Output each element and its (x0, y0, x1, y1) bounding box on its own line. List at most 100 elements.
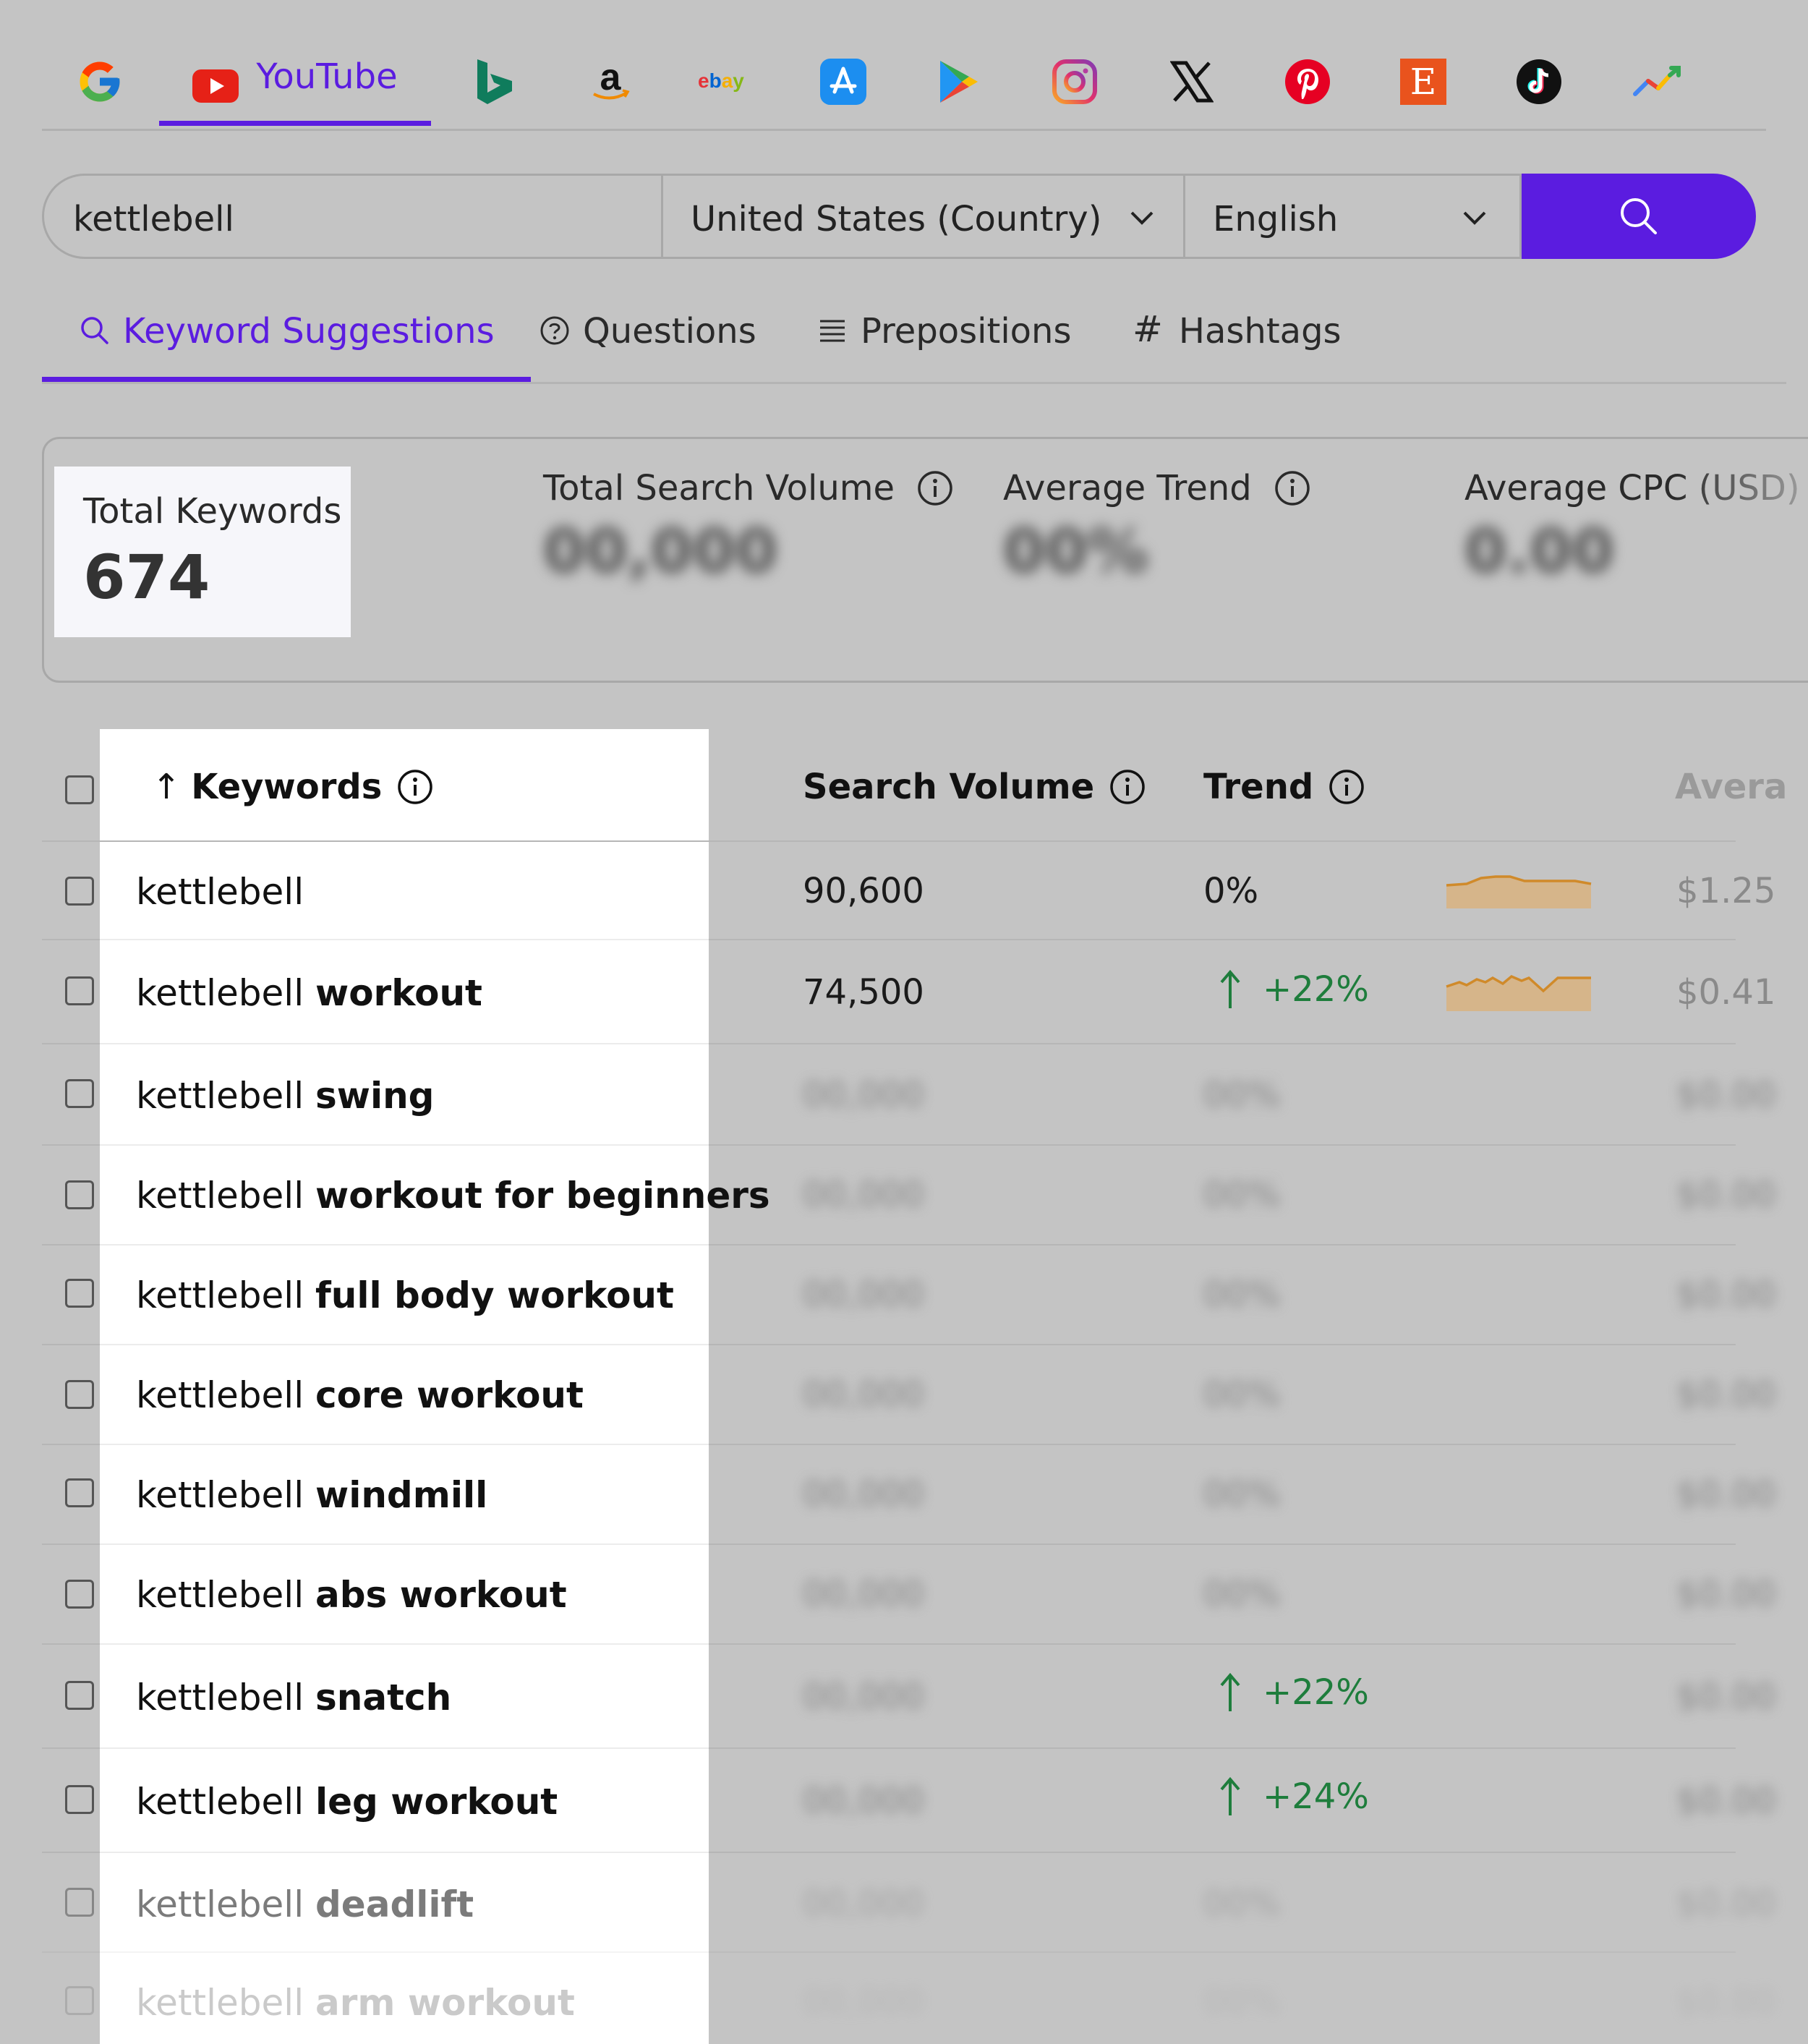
search-volume-cell: 00,000 (803, 1374, 924, 1415)
tab-keyword-suggestions[interactable]: Keyword Suggestions (42, 311, 531, 382)
cpc-cell: $0.00 (1676, 1574, 1776, 1614)
table-row[interactable]: kettlebell deadlift 00,000 00% $0.00 (42, 1853, 1775, 1953)
trends-icon (1633, 66, 1681, 96)
keyword-cell[interactable]: kettlebell swing (136, 1075, 434, 1117)
platform-tab-pinterest[interactable] (1282, 52, 1334, 111)
row-checkbox[interactable] (65, 1478, 94, 1507)
search-volume-cell: 00,000 (803, 1982, 924, 2022)
row-checkbox[interactable] (65, 1180, 94, 1209)
table-row[interactable]: kettlebell windmill 00,000 00% $0.00 (42, 1445, 1775, 1545)
keyword-cell[interactable]: kettlebell snatch (136, 1677, 451, 1719)
row-checkbox[interactable] (65, 1380, 94, 1409)
stats-fade-overlay (1674, 439, 1808, 681)
language-select[interactable]: English (1183, 174, 1522, 259)
search-volume-cell: 00,000 (803, 1175, 924, 1215)
platform-tab-ebay[interactable]: ebay (694, 52, 759, 111)
keyword-cell[interactable]: kettlebell deadlift (136, 1883, 474, 1925)
info-icon[interactable] (1328, 768, 1365, 806)
play-store-icon (940, 61, 978, 103)
tab-hashtags[interactable]: # Hashtags (1133, 308, 1342, 382)
chevron-down-icon (1130, 211, 1154, 225)
platform-tab-app-store[interactable] (817, 52, 869, 111)
table-row[interactable]: kettlebell full body workout 00,000 00% … (42, 1245, 1775, 1345)
column-header-average-cpc[interactable]: Avera (1675, 767, 1787, 807)
row-checkbox[interactable] (65, 1888, 94, 1917)
keywords-header-label: Keywords (191, 767, 383, 807)
keyword-base: kettlebell (136, 1883, 304, 1925)
question-icon (540, 316, 569, 345)
search-volume-cell: 00,000 (803, 1781, 924, 1821)
keyword-search-input[interactable]: kettlebell (42, 174, 661, 259)
instagram-icon (1052, 59, 1097, 104)
row-checkbox[interactable] (65, 1580, 94, 1609)
column-header-trend[interactable]: Trend (1203, 767, 1365, 807)
info-icon[interactable] (916, 469, 954, 507)
info-icon[interactable] (1274, 469, 1311, 507)
cpc-cell: $1.25 (1676, 871, 1776, 911)
table-row[interactable]: kettlebell leg workout 00,000 +24% $0.00 (42, 1749, 1775, 1853)
platform-tab-google[interactable] (74, 52, 126, 111)
keyword-cell[interactable]: kettlebell windmill (136, 1474, 487, 1516)
keyword-cell[interactable]: kettlebell workout for beginners (136, 1175, 770, 1217)
row-checkbox[interactable] (65, 1785, 94, 1814)
info-icon[interactable] (396, 768, 434, 806)
table-row[interactable]: kettlebell workout 74,500 +22% $0.41 (42, 940, 1775, 1044)
column-header-search-volume[interactable]: Search Volume (803, 767, 1146, 807)
table-row[interactable]: kettlebell workout for beginners 00,000 … (42, 1146, 1775, 1245)
row-checkbox[interactable] (65, 877, 94, 906)
table-row[interactable]: kettlebell core workout 00,000 00% $0.00 (42, 1345, 1775, 1445)
platform-tab-amazon[interactable]: a (584, 52, 636, 111)
row-checkbox[interactable] (65, 976, 94, 1005)
table-row[interactable]: kettlebell abs workout 00,000 00% $0.00 (42, 1545, 1775, 1645)
table-row[interactable]: kettlebell arm workout 00,000 00% $0.00 (42, 1953, 1775, 2044)
keyword-suffix: full body workout (315, 1274, 674, 1316)
tab-questions[interactable]: Questions (540, 311, 756, 382)
row-checkbox[interactable] (65, 1986, 94, 2015)
country-select[interactable]: United States (Country) (661, 174, 1183, 259)
trend-cell: 00% (1203, 1274, 1281, 1315)
keyword-cell[interactable]: kettlebell workout (136, 972, 482, 1014)
keyword-suffix: leg workout (315, 1781, 558, 1823)
keyword-cell[interactable]: kettlebell abs workout (136, 1574, 567, 1616)
keyword-cell[interactable]: kettlebell arm workout (136, 1982, 575, 2024)
platform-tab-youtube[interactable]: YouTube (159, 52, 431, 126)
column-header-keywords[interactable]: ↑ Keywords (152, 767, 434, 807)
select-all-checkbox[interactable] (65, 775, 94, 804)
keyword-cell[interactable]: kettlebell leg workout (136, 1781, 558, 1823)
platform-tab-trends[interactable] (1629, 52, 1687, 111)
platform-tab-play-store[interactable] (933, 52, 985, 111)
platform-tab-tiktok[interactable] (1513, 52, 1565, 111)
row-checkbox[interactable] (65, 1681, 94, 1710)
table-row[interactable]: kettlebell snatch 00,000 +22% $0.00 (42, 1645, 1775, 1749)
etsy-icon: E (1400, 59, 1446, 105)
info-icon[interactable] (1109, 768, 1146, 806)
search-volume-cell: 00,000 (803, 1075, 924, 1115)
trend-cell: 00% (1203, 1982, 1281, 2022)
total-search-volume-label: Total Search Volume (543, 468, 895, 508)
platform-tabs: YouTube a ebay E (42, 0, 1766, 131)
platform-tab-etsy[interactable]: E (1397, 52, 1449, 111)
search-button[interactable] (1522, 174, 1756, 259)
row-checkbox[interactable] (65, 1279, 94, 1308)
search-volume-cell: 00,000 (803, 1474, 924, 1515)
trend-cell: 00% (1203, 1175, 1281, 1215)
tiktok-icon (1517, 59, 1561, 104)
trend-cell: 00% (1203, 1374, 1281, 1415)
table-row[interactable]: kettlebell 90,600 0% $1.25 (42, 842, 1775, 940)
table-row[interactable]: kettlebell swing 00,000 00% $0.00 (42, 1044, 1775, 1146)
search-volume-cell: 00,000 (803, 1274, 924, 1315)
tab-prepositions[interactable]: Prepositions (817, 311, 1071, 382)
keyword-cell[interactable]: kettlebell full body workout (136, 1274, 674, 1316)
trend-cell: 00% (1203, 1474, 1281, 1515)
platform-tab-instagram[interactable] (1049, 52, 1101, 111)
cpc-cell: $0.00 (1676, 1374, 1776, 1415)
cpc-cell: $0.00 (1676, 1175, 1776, 1215)
keyword-cell[interactable]: kettlebell (136, 871, 304, 913)
keyword-suffix: core workout (315, 1374, 584, 1416)
platform-tab-x[interactable] (1166, 52, 1218, 111)
keyword-base: kettlebell (136, 1175, 304, 1217)
platform-tab-bing[interactable] (469, 52, 521, 111)
keyword-cell[interactable]: kettlebell core workout (136, 1374, 584, 1416)
row-checkbox[interactable] (65, 1079, 94, 1108)
cpc-cell: $0.00 (1676, 1474, 1776, 1515)
